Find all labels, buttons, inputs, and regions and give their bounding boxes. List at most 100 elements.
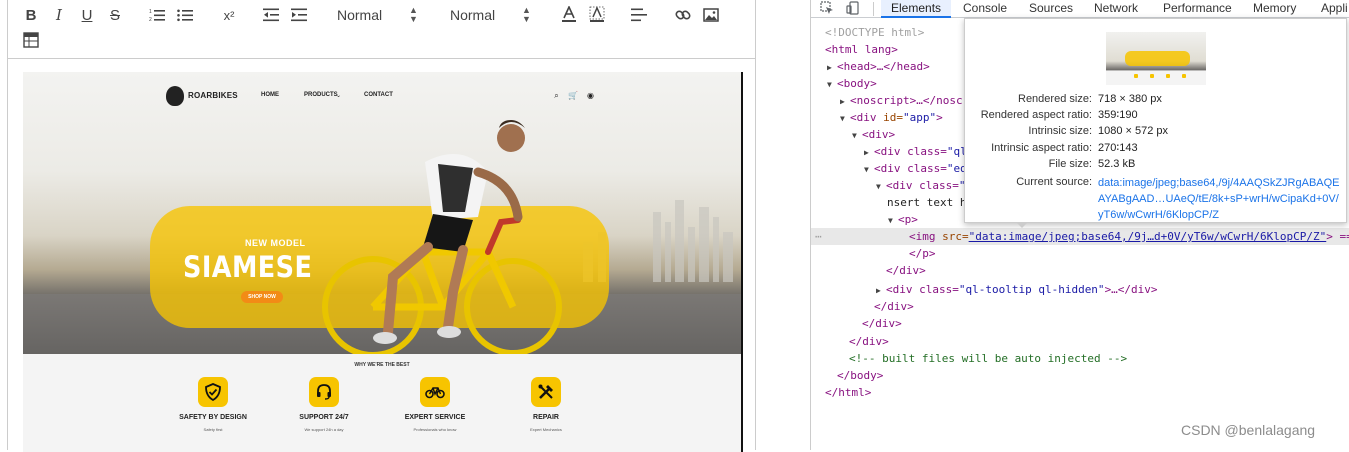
- feature-subtitle: Safety first: [203, 427, 223, 432]
- bicycle-icon: [420, 377, 450, 407]
- row-label: Intrinsic aspect ratio:: [991, 142, 1092, 154]
- collapse-arrow-icon[interactable]: ▼: [840, 110, 850, 127]
- popover-row: Intrinsic aspect ratio: 270∶143: [965, 140, 1348, 156]
- text-color-icon: [562, 6, 576, 22]
- align-button[interactable]: [630, 6, 648, 24]
- section-title: WHY WE'RE THE BEST: [354, 362, 410, 368]
- current-source-link[interactable]: data:image/jpeg;base64,/9j/4AAQSkZJRgABA…: [1098, 175, 1343, 223]
- toolbar-divider: [873, 2, 874, 16]
- device-toolbar-icon[interactable]: [845, 1, 861, 17]
- lion-logo-icon: [166, 86, 184, 106]
- collapse-arrow-icon[interactable]: ▼: [864, 161, 874, 178]
- dom-node[interactable]: </div>: [862, 315, 902, 332]
- feature-item: SAFETY BY DESIGN Safety first: [168, 377, 258, 432]
- indent-button[interactable]: [290, 6, 308, 24]
- dom-node[interactable]: ▶ <div class="ql: [864, 143, 967, 160]
- dom-node[interactable]: </p>: [909, 245, 936, 262]
- dom-node[interactable]: ▼ <div id="app">: [840, 109, 943, 126]
- tab-elements[interactable]: Elements: [881, 0, 952, 18]
- editor-content[interactable]: ROARBIKES HOME PRODUCTS ⌄ CONTACT ⌕ 🛒 ◉ …: [8, 60, 755, 452]
- table-button[interactable]: [22, 31, 40, 49]
- expand-arrow-icon[interactable]: ▶: [876, 282, 886, 299]
- expand-arrow-icon[interactable]: ▶: [840, 93, 850, 110]
- underline-button[interactable]: U: [78, 6, 96, 24]
- collapse-arrow-icon[interactable]: ▼: [852, 127, 862, 144]
- expand-arrow-icon[interactable]: ▶: [864, 144, 874, 161]
- dom-node[interactable]: ▼ <div class=": [876, 177, 965, 194]
- inspect-element-icon[interactable]: [819, 1, 835, 17]
- tab-memory[interactable]: Memory: [1243, 0, 1306, 18]
- head-tag: <head>…</head>: [837, 60, 930, 73]
- cyclist-graphic: [322, 120, 562, 354]
- outdent-button[interactable]: [262, 6, 280, 24]
- strike-button[interactable]: S: [106, 6, 124, 24]
- div-app-val: "app": [903, 111, 937, 124]
- background-color-button[interactable]: [588, 5, 606, 23]
- nav-link-products: PRODUCTS: [304, 92, 338, 98]
- expand-arrow-icon[interactable]: ▶: [827, 59, 837, 76]
- header-select[interactable]: Normal ▲ ▼: [337, 5, 418, 24]
- inserted-image[interactable]: ROARBIKES HOME PRODUCTS ⌄ CONTACT ⌕ 🛒 ◉ …: [23, 72, 741, 452]
- popover-pointer: [1016, 222, 1028, 228]
- dom-node[interactable]: ▶ <head>…</head>: [827, 58, 930, 75]
- ordered-list-button[interactable]: 12: [148, 6, 166, 24]
- image-button[interactable]: [702, 6, 720, 24]
- img-src-attr: src=: [942, 230, 969, 243]
- feature-title: REPAIR: [533, 414, 559, 421]
- bullet-list-button[interactable]: [176, 6, 194, 24]
- comment-node: <!-- built files will be auto injected -…: [849, 352, 1128, 365]
- img-src-link[interactable]: "data:image/jpeg;base64,/9j…d+0V/yT6w/wC…: [969, 230, 1327, 243]
- row-value: 270∶143: [1098, 142, 1138, 154]
- image-thumbnail: [1106, 32, 1206, 85]
- dom-node-selected[interactable]: ⋯ <img src="data:image/jpeg;base64,/9j…d…: [811, 228, 1349, 245]
- dom-node[interactable]: ▼ <body>: [827, 75, 877, 92]
- dom-node[interactable]: </body>: [837, 367, 883, 384]
- dom-node[interactable]: ▼ <div class="ed: [864, 160, 967, 177]
- collapse-arrow-icon[interactable]: ▼: [888, 212, 898, 229]
- html-open-tag: <html lang>: [825, 43, 898, 56]
- dom-node[interactable]: <html lang>: [825, 41, 898, 58]
- feature-title: SAFETY BY DESIGN: [179, 414, 247, 421]
- indent-icon: [291, 8, 307, 22]
- feature-item: REPAIR Expert Mechanics: [501, 377, 591, 432]
- size-select[interactable]: Normal ▲ ▼: [450, 5, 531, 24]
- dom-node[interactable]: <!DOCTYPE html>: [825, 24, 924, 41]
- collapse-arrow-icon[interactable]: ▼: [876, 178, 886, 195]
- tab-console[interactable]: Console: [953, 0, 1017, 18]
- tooltip-end: >…</div>: [1104, 283, 1158, 296]
- row-label: Rendered size:: [1018, 93, 1092, 105]
- more-actions-icon[interactable]: ⋯: [815, 228, 822, 245]
- collapse-arrow-icon[interactable]: ▼: [827, 76, 837, 93]
- ordered-list-icon: 12: [149, 9, 165, 22]
- site-logo: ROARBIKES: [188, 91, 238, 100]
- text-color-button[interactable]: [560, 5, 578, 23]
- select-arrows-icon: ▲ ▼: [409, 5, 418, 24]
- dom-node[interactable]: </div>: [849, 333, 889, 350]
- dom-node[interactable]: ▼ <p>: [888, 211, 918, 228]
- tab-network[interactable]: Network: [1084, 0, 1148, 18]
- dom-node[interactable]: </html>: [825, 384, 871, 401]
- dom-node[interactable]: </div>: [874, 298, 914, 315]
- image-selection-edge: [741, 72, 743, 452]
- dom-node[interactable]: </div>: [886, 262, 926, 279]
- dom-node[interactable]: <!-- built files will be auto injected -…: [849, 350, 1127, 367]
- tab-sources[interactable]: Sources: [1019, 0, 1083, 18]
- dom-node[interactable]: ▼ <div>: [852, 126, 895, 143]
- dom-node[interactable]: ▶ <div class="ql-tooltip ql-hidden">…</di…: [876, 281, 1158, 298]
- italic-button[interactable]: I: [50, 6, 68, 24]
- dom-node[interactable]: ▶ <noscript>…</noscr: [840, 92, 969, 109]
- dom-node[interactable]: nsert text h: [887, 194, 966, 211]
- div-app-tag: <div: [850, 111, 877, 124]
- select-arrows-icon: ▲ ▼: [522, 5, 531, 24]
- tab-application[interactable]: Appli: [1311, 0, 1349, 18]
- tab-performance[interactable]: Performance: [1153, 0, 1242, 18]
- chevron-down-icon: ⌄: [335, 93, 342, 99]
- feature-subtitle: We support 24h a day: [304, 427, 344, 432]
- superscript-button[interactable]: x²: [220, 6, 238, 24]
- div-close-tag: </div>: [886, 264, 926, 277]
- bold-button[interactable]: B: [22, 6, 40, 24]
- thumbnail-dot: [1150, 74, 1154, 78]
- link-button[interactable]: [674, 6, 692, 24]
- row-value: 359∶190: [1098, 109, 1138, 121]
- html-close-tag: </html>: [825, 386, 872, 399]
